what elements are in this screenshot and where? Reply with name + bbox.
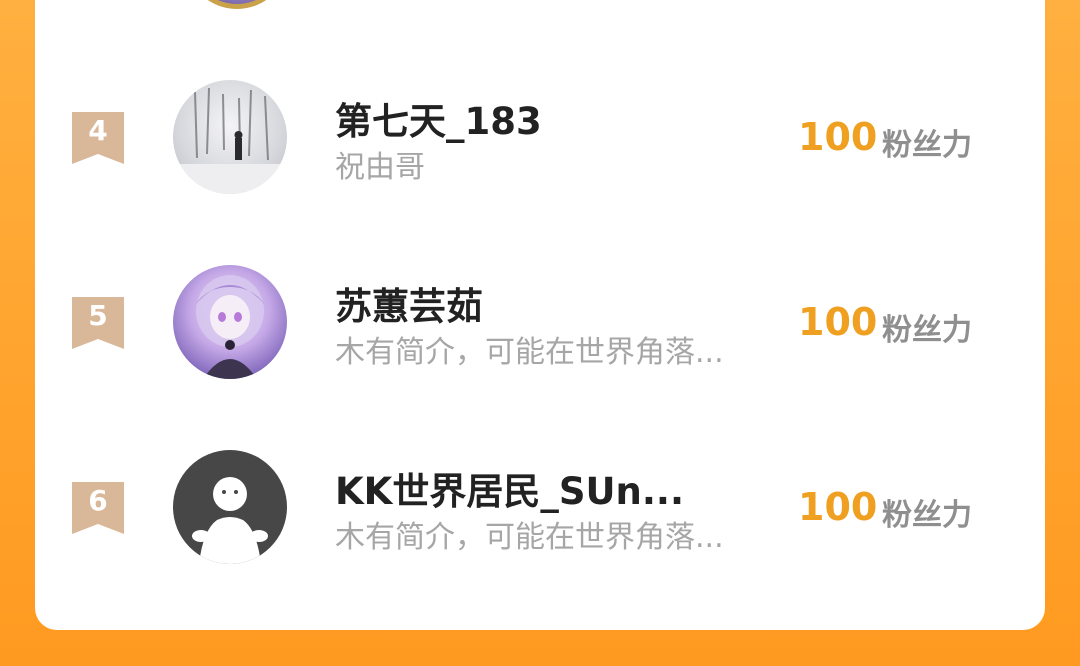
fan-power-value: 100 <box>798 485 878 529</box>
ranking-row[interactable]: 4 第七天_183 祝由哥 100 粉丝力 <box>0 75 1080 205</box>
user-name[interactable]: KK世界居民_SUn... <box>335 461 684 515</box>
user-bio: 木有简介，可能在世界角落... <box>335 335 724 370</box>
user-name[interactable]: 第七天_183 <box>335 91 542 145</box>
fan-power-value: 100 <box>798 115 878 159</box>
user-bio: 祝由哥 <box>335 150 425 185</box>
rank-badge: 5 <box>72 297 124 349</box>
rank-badge: 6 <box>72 482 124 534</box>
rank-number: 5 <box>88 299 108 332</box>
user-name[interactable]: 苏蕙芸茹 <box>335 276 483 330</box>
fan-power-label: 粉丝力 <box>882 128 972 163</box>
fan-power-label: 粉丝力 <box>882 313 972 348</box>
ranking-row[interactable]: 5 苏蕙芸茹 木有简介，可能在世界角落... 100 粉丝力 <box>0 260 1080 390</box>
user-avatar[interactable] <box>173 450 287 564</box>
user-avatar[interactable] <box>173 80 287 194</box>
fan-power-label: 粉丝力 <box>882 498 972 533</box>
fan-power-value: 100 <box>798 300 878 344</box>
snowy-forest-image <box>173 87 287 194</box>
anime-girl-image <box>195 275 265 379</box>
default-user-icon <box>192 477 268 564</box>
ranking-row[interactable]: 6 KK世界居民_SUn... 木有简介，可能在世界角落... 100 粉丝力 <box>0 445 1080 575</box>
user-avatar[interactable] <box>173 265 287 379</box>
rank-badge: 4 <box>72 112 124 164</box>
user-bio: 木有简介，可能在世界角落... <box>335 520 724 555</box>
rank-number: 6 <box>88 484 108 517</box>
rank-number: 4 <box>88 114 108 147</box>
